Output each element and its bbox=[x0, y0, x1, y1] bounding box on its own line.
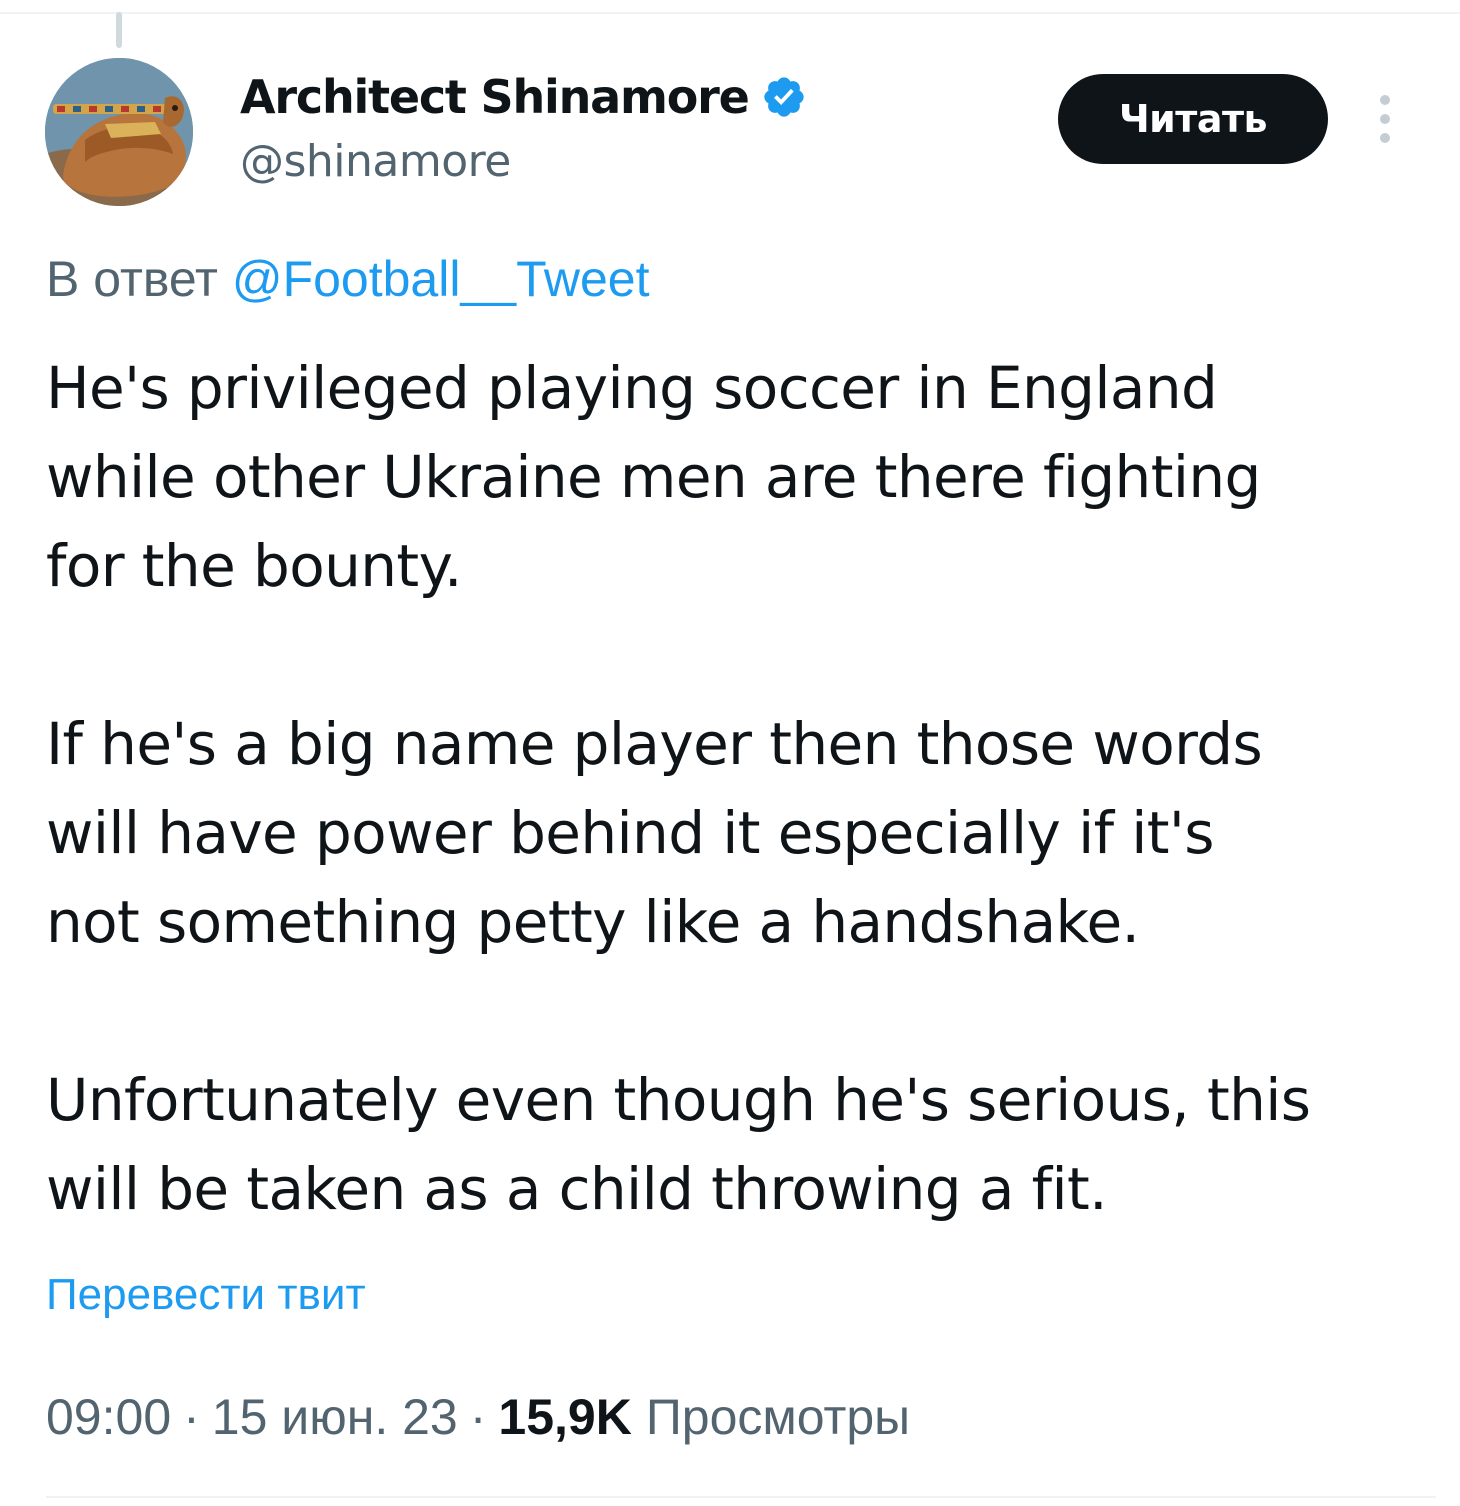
views-count[interactable]: 15,9K bbox=[498, 1388, 631, 1446]
author-handle[interactable]: @shinamore bbox=[240, 136, 511, 187]
reply-mention-link[interactable]: @Football__Tweet bbox=[232, 251, 650, 307]
verified-badge-icon[interactable] bbox=[761, 74, 807, 120]
meta-separator: · bbox=[469, 1389, 487, 1445]
more-vertical-icon[interactable] bbox=[1370, 92, 1400, 148]
avatar[interactable] bbox=[45, 58, 193, 206]
tweet-time[interactable]: 09:00 bbox=[46, 1388, 171, 1446]
reply-context: В ответ @Football__Tweet bbox=[46, 250, 649, 308]
tweet-text: He's privileged playing soccer in Englan… bbox=[46, 344, 1436, 1234]
tweet-paragraph: He's privileged playing soccer in Englan… bbox=[46, 354, 1261, 600]
meta-separator: · bbox=[183, 1389, 200, 1445]
tweet-paragraph: Unfortunately even though he's serious, … bbox=[46, 1066, 1311, 1223]
follow-button[interactable]: Читать bbox=[1058, 74, 1328, 164]
author-row[interactable]: Architect Shinamore bbox=[240, 66, 807, 128]
bottom-divider bbox=[46, 1496, 1436, 1498]
top-divider bbox=[0, 12, 1460, 14]
thread-connector-line bbox=[116, 12, 122, 48]
views-label[interactable]: Просмотры bbox=[646, 1388, 910, 1446]
tweet-paragraph: If he's a big name player then those wor… bbox=[46, 710, 1263, 956]
translate-tweet-link[interactable]: Перевести твит bbox=[46, 1270, 366, 1320]
tweet-meta: 09:00 · 15 июн. 23 · 15,9K Просмотры bbox=[46, 1388, 910, 1446]
author-display-name[interactable]: Architect Shinamore bbox=[240, 70, 750, 124]
reply-prefix: В ответ bbox=[46, 251, 218, 307]
tweet-date[interactable]: 15 июн. 23 bbox=[212, 1388, 458, 1446]
avatar-image bbox=[45, 58, 193, 206]
